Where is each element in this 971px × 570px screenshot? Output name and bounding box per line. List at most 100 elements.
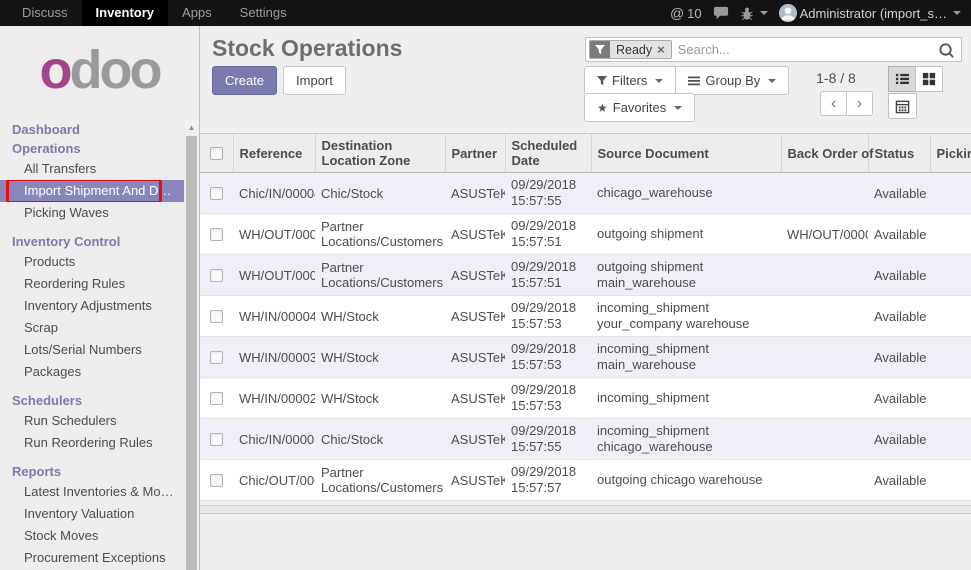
- cell-reference: WH/IN/00004: [233, 296, 315, 337]
- column-header-source-document[interactable]: Source Document: [591, 134, 781, 173]
- column-header-reference[interactable]: Reference: [233, 134, 315, 173]
- cell-status: Available: [868, 255, 930, 296]
- sidebar-item-picking-waves[interactable]: Picking Waves: [0, 202, 184, 224]
- column-header-back-order-of[interactable]: Back Order of: [781, 134, 868, 173]
- pager-next-button[interactable]: ›: [846, 91, 873, 116]
- cell-source-document: incoming_shipmentchicago_warehouse: [591, 419, 781, 460]
- sidebar-section-dashboard[interactable]: Dashboard: [0, 120, 184, 139]
- sidebar-item-lots-serial-numbers[interactable]: Lots/Serial Numbers: [0, 339, 184, 361]
- sidebar-item-inventory-adjustments[interactable]: Inventory Adjustments: [0, 295, 184, 317]
- row-select-cell: [200, 296, 233, 337]
- column-header-scheduled-date[interactable]: Scheduled Date: [505, 134, 591, 173]
- row-checkbox[interactable]: [210, 228, 223, 241]
- row-checkbox[interactable]: [210, 187, 223, 200]
- filter-buttons: Filters Group By: [584, 66, 789, 95]
- sidebar-item-run-schedulers[interactable]: Run Schedulers: [0, 410, 184, 432]
- row-select-cell: [200, 255, 233, 296]
- scheduled-date: 09/29/2018: [511, 341, 585, 357]
- search-icon[interactable]: [938, 42, 955, 64]
- row-checkbox[interactable]: [210, 392, 223, 405]
- source-document-line2: chicago_warehouse: [597, 439, 775, 455]
- sidebar-section-reports[interactable]: Reports: [0, 462, 184, 481]
- table-row[interactable]: Chic/IN/00003Chic/StockASUSTeK09/29/2018…: [200, 419, 971, 460]
- create-button[interactable]: Create: [212, 66, 277, 95]
- cell-status: Available: [868, 214, 930, 255]
- row-select-cell: [200, 460, 233, 501]
- column-header-destination-location-zone[interactable]: Destination Location Zone: [315, 134, 445, 173]
- sidebar-scrollbar: ▲: [185, 120, 198, 570]
- filters-button[interactable]: Filters: [584, 66, 676, 95]
- user-menu[interactable]: Administrator (import_s…: [779, 4, 961, 22]
- cell-reference: WH/OUT/00005: [233, 214, 315, 255]
- import-button[interactable]: Import: [283, 66, 346, 95]
- cell-scheduled-date: 09/29/201815:57:57: [505, 460, 591, 501]
- column-header-picking-wave[interactable]: Picking Wave: [930, 134, 971, 173]
- pager-range: 1-8 / 8: [796, 70, 876, 86]
- sidebar-section-inventory-control[interactable]: Inventory Control: [0, 232, 184, 251]
- cell-reference: WH/OUT/00001: [233, 255, 315, 296]
- top-menu-settings[interactable]: Settings: [226, 0, 301, 26]
- debug-menu[interactable]: [740, 6, 768, 21]
- kanban-view-button[interactable]: [915, 66, 943, 92]
- kanban-icon: [922, 72, 936, 86]
- scheduled-date: 09/29/2018: [511, 423, 585, 439]
- sidebar-item-run-reordering-rules[interactable]: Run Reordering Rules: [0, 432, 184, 454]
- cell-scheduled-date: 09/29/201815:57:53: [505, 378, 591, 419]
- row-checkbox[interactable]: [210, 433, 223, 446]
- top-menu-discuss[interactable]: Discuss: [8, 0, 82, 26]
- scrollbar-thumb[interactable]: [186, 136, 197, 570]
- sidebar-item-products[interactable]: Products: [0, 251, 184, 273]
- table-row[interactable]: WH/IN/00004WH/StockASUSTeK09/29/201815:5…: [200, 296, 971, 337]
- sidebar-item-all-transfers[interactable]: All Transfers: [0, 158, 184, 180]
- row-checkbox[interactable]: [210, 310, 223, 323]
- facet-remove-icon[interactable]: ×: [657, 43, 665, 56]
- cell-partner: ASUSTeK: [445, 460, 505, 501]
- mentions-indicator[interactable]: @ 10: [670, 5, 702, 21]
- sidebar-section-schedulers[interactable]: Schedulers: [0, 391, 184, 410]
- top-menu-apps[interactable]: Apps: [168, 0, 226, 26]
- table-row[interactable]: Chic/IN/00004Chic/StockASUSTeK09/29/2018…: [200, 173, 971, 214]
- list-view-button[interactable]: [888, 66, 916, 92]
- row-checkbox[interactable]: [210, 269, 223, 282]
- select-all-checkbox[interactable]: [210, 147, 223, 160]
- search-input[interactable]: [678, 42, 935, 57]
- sidebar-item-latest-inventories-mo[interactable]: Latest Inventories & Mo…: [0, 481, 184, 503]
- sidebar-item-procurement-exceptions[interactable]: Procurement Exceptions: [0, 547, 184, 569]
- sidebar-item-packages[interactable]: Packages: [0, 361, 184, 383]
- sidebar-item-scrap[interactable]: Scrap: [0, 317, 184, 339]
- table-row[interactable]: WH/IN/00002WH/StockASUSTeK09/29/201815:5…: [200, 378, 971, 419]
- source-document-line2: your_company warehouse: [597, 316, 775, 332]
- cell-partner: ASUSTeK: [445, 296, 505, 337]
- cell-picking-wave: [930, 378, 971, 419]
- cell-reference: WH/IN/00003: [233, 337, 315, 378]
- pager-previous-button[interactable]: ‹: [820, 91, 847, 116]
- control-panel-buttons: Create Import: [212, 66, 346, 95]
- cell-source-document: outgoing shipmentmain_warehouse: [591, 255, 781, 296]
- top-menu-inventory[interactable]: Inventory: [82, 0, 169, 26]
- table-row[interactable]: WH/OUT/00005Partner Locations/CustomersA…: [200, 214, 971, 255]
- column-header-status[interactable]: Status: [868, 134, 930, 173]
- table-row[interactable]: WH/IN/00003WH/StockASUSTeK09/29/201815:5…: [200, 337, 971, 378]
- sidebar-item-import-shipment-and-d[interactable]: Import Shipment And D…: [0, 180, 184, 202]
- row-checkbox[interactable]: [210, 351, 223, 364]
- group-by-button[interactable]: Group By: [675, 66, 789, 95]
- calendar-view-button[interactable]: [888, 93, 917, 119]
- table-row[interactable]: WH/OUT/00001Partner Locations/CustomersA…: [200, 255, 971, 296]
- cell-picking-wave: [930, 419, 971, 460]
- cell-picking-wave: [930, 214, 971, 255]
- table-row[interactable]: Chic/OUT/00004Partner Locations/Customer…: [200, 460, 971, 501]
- odoo-logo[interactable]: odoo: [0, 26, 199, 114]
- sidebar-item-reordering-rules[interactable]: Reordering Rules: [0, 273, 184, 295]
- cell-status: Available: [868, 173, 930, 214]
- sidebar-section-operations[interactable]: Operations: [0, 139, 184, 158]
- favorites-button[interactable]: ★ Favorites: [584, 93, 695, 122]
- sidebar-item-inventory-valuation[interactable]: Inventory Valuation: [0, 503, 184, 525]
- sidebar-item-stock-moves[interactable]: Stock Moves: [0, 525, 184, 547]
- row-checkbox[interactable]: [210, 474, 223, 487]
- scheduled-date: 09/29/2018: [511, 259, 585, 275]
- cell-destination: Partner Locations/Customers: [315, 460, 445, 501]
- list-view: ReferenceDestination Location ZonePartne…: [200, 133, 971, 514]
- column-header-partner[interactable]: Partner: [445, 134, 505, 173]
- messages-button[interactable]: [713, 6, 729, 21]
- scroll-up-arrow[interactable]: ▲: [185, 120, 198, 135]
